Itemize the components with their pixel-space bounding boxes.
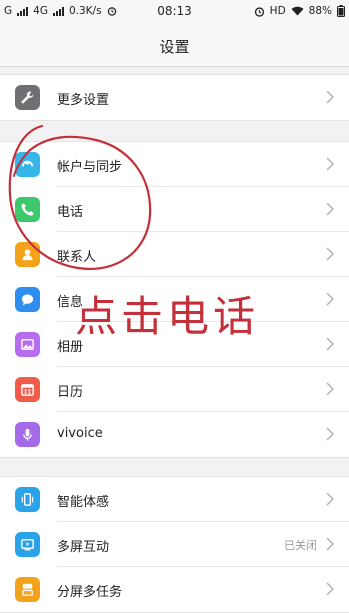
annotation-text: 点击电话 bbox=[75, 292, 260, 341]
